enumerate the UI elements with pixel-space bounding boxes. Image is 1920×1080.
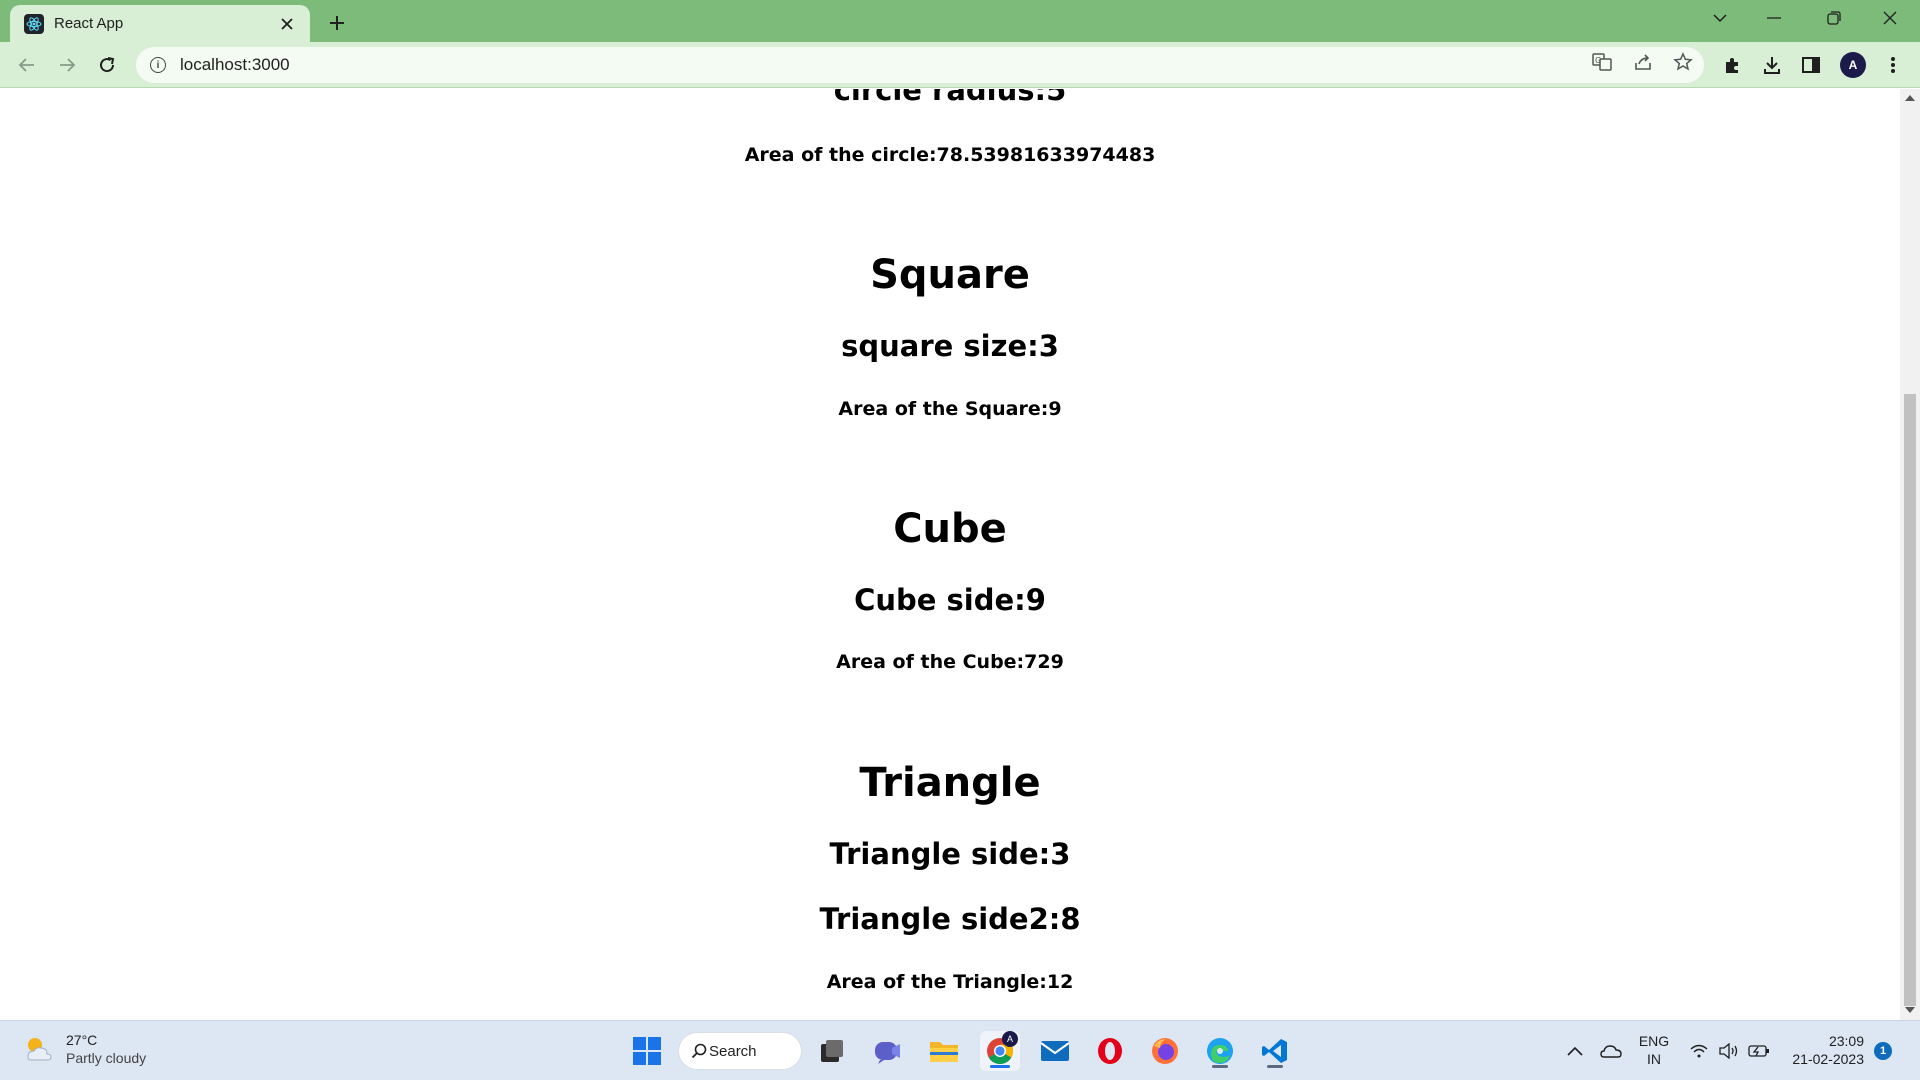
- square-area: Area of the Square:9: [838, 398, 1062, 420]
- taskbar-search[interactable]: Search: [678, 1032, 802, 1070]
- partly-cloudy-icon: [22, 1033, 54, 1065]
- opera-icon[interactable]: [1090, 1031, 1130, 1071]
- close-window-button[interactable]: [1862, 0, 1918, 36]
- edge-icon[interactable]: [1200, 1031, 1240, 1071]
- browser-tab-strip: React App: [0, 0, 1920, 42]
- react-logo-icon: [24, 13, 44, 34]
- circle-area: Area of the circle:78.53981633974483: [744, 144, 1156, 166]
- tab-title: React App: [54, 15, 124, 32]
- cube-area: Area of the Cube:729: [836, 651, 1064, 673]
- share-icon[interactable]: [1631, 50, 1655, 74]
- side-panel-icon[interactable]: [1797, 51, 1825, 79]
- running-app-indicator: [1212, 1065, 1228, 1068]
- teams-chat-icon[interactable]: [868, 1031, 908, 1071]
- search-icon: [691, 1043, 707, 1063]
- profile-avatar[interactable]: A: [1839, 51, 1867, 79]
- scrollbar-thumb[interactable]: [1904, 394, 1916, 1006]
- cube-side: Cube side:9: [854, 583, 1046, 617]
- square-heading: Square: [870, 252, 1030, 298]
- bookmark-star-icon[interactable]: [1671, 50, 1695, 74]
- weather-widget[interactable]: 27°C Partly cloudy: [22, 1031, 146, 1067]
- show-hidden-icons-chevron-icon[interactable]: [1560, 1031, 1590, 1071]
- page-scrollbar[interactable]: [1900, 89, 1920, 1020]
- language-indicator[interactable]: ENG IN: [1636, 1032, 1672, 1068]
- page-content: circle radius:5 Area of the circle:78.53…: [0, 89, 1900, 1020]
- clock-time: 23:09: [1828, 1033, 1864, 1049]
- site-info-icon[interactable]: i: [150, 57, 166, 73]
- wifi-icon[interactable]: [1684, 1031, 1714, 1071]
- windows-start-icon[interactable]: [627, 1031, 667, 1071]
- cube-heading: Cube: [893, 506, 1007, 552]
- svg-text:G: G: [1595, 56, 1601, 65]
- triangle-side2: Triangle side2:8: [819, 902, 1081, 936]
- extensions-icon[interactable]: [1718, 51, 1746, 79]
- clock[interactable]: 23:09 21-02-2023: [1784, 1032, 1864, 1068]
- translate-icon[interactable]: G: [1590, 50, 1614, 74]
- triangle-area: Area of the Triangle:12: [826, 971, 1074, 993]
- square-size: square size:3: [841, 329, 1059, 363]
- address-url[interactable]: localhost:3000: [180, 55, 290, 75]
- minimize-button[interactable]: [1746, 0, 1802, 36]
- taskbar-search-label: Search: [709, 1042, 757, 1060]
- chrome-profile-badge: A: [1002, 1031, 1018, 1047]
- windows-taskbar: 27°C Partly cloudy Search A ENG IN 23:09…: [0, 1020, 1920, 1080]
- battery-charging-icon[interactable]: [1744, 1031, 1774, 1071]
- back-button[interactable]: [11, 49, 43, 81]
- chrome-taskbar-icon[interactable]: A: [980, 1031, 1020, 1071]
- triangle-heading: Triangle: [859, 760, 1041, 806]
- tab-close-icon[interactable]: [276, 13, 298, 35]
- onedrive-cloud-icon[interactable]: [1596, 1031, 1626, 1071]
- clock-date: 21-02-2023: [1792, 1051, 1864, 1067]
- scroll-down-arrow-icon[interactable]: [1905, 1007, 1915, 1013]
- running-app-indicator: [1267, 1065, 1283, 1068]
- triangle-side: Triangle side:3: [829, 837, 1071, 871]
- notification-badge[interactable]: 1: [1874, 1042, 1892, 1060]
- weather-temperature: 27°C: [66, 1032, 98, 1048]
- restore-button[interactable]: [1806, 0, 1862, 36]
- mail-icon[interactable]: [1035, 1031, 1075, 1071]
- firefox-icon[interactable]: [1145, 1031, 1185, 1071]
- tab-search-chevron-icon[interactable]: [1692, 0, 1748, 36]
- download-icon[interactable]: [1758, 51, 1786, 79]
- vscode-icon[interactable]: [1255, 1031, 1295, 1071]
- chrome-menu-icon[interactable]: [1879, 51, 1907, 79]
- browser-toolbar: i localhost:3000 G A: [0, 42, 1920, 88]
- address-bar[interactable]: i localhost:3000: [136, 47, 1704, 83]
- scroll-up-arrow-icon[interactable]: [1905, 95, 1915, 101]
- circle-radius: circle radius:5: [833, 89, 1067, 107]
- new-tab-button[interactable]: [322, 8, 352, 38]
- volume-icon[interactable]: [1714, 1031, 1744, 1071]
- reload-button[interactable]: [91, 49, 123, 81]
- file-explorer-icon[interactable]: [924, 1031, 964, 1071]
- task-view-icon[interactable]: [812, 1031, 852, 1071]
- weather-condition: Partly cloudy: [66, 1050, 147, 1066]
- forward-button[interactable]: [51, 49, 83, 81]
- browser-tab[interactable]: React App: [10, 5, 310, 42]
- active-app-indicator: [990, 1065, 1010, 1068]
